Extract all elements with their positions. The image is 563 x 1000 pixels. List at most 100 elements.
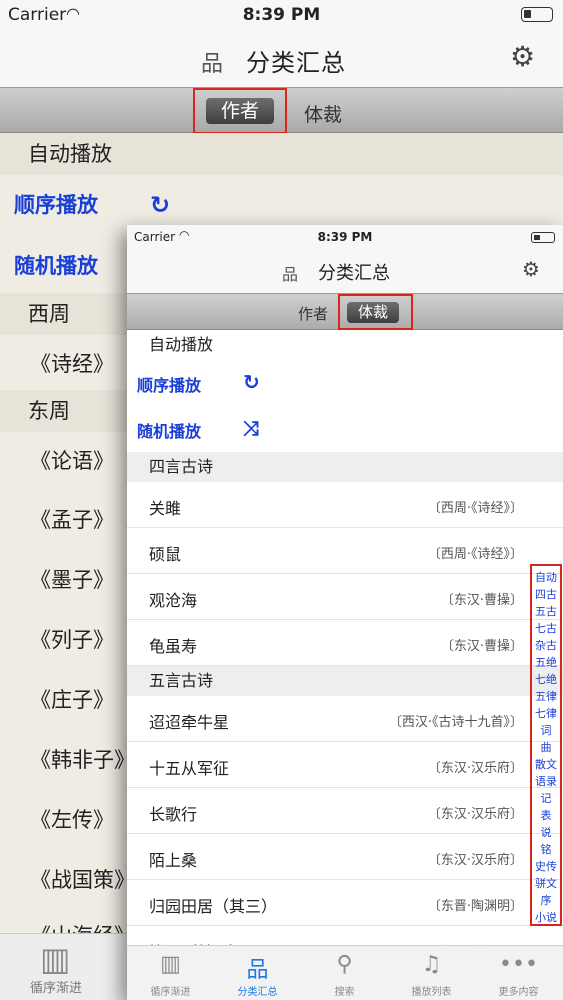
gear-icon[interactable]: ⚙	[522, 257, 540, 281]
sequential-play-button[interactable]: 顺序播放	[14, 189, 563, 219]
segmented-control: 作者 体裁	[127, 293, 563, 330]
poem-title: 十五从军征	[149, 759, 230, 778]
index-item[interactable]: 史传	[532, 858, 560, 874]
highlight-box	[338, 294, 413, 330]
tab-label: 循序渐进	[150, 987, 191, 998]
section-header: 四言古诗	[127, 452, 563, 482]
segmented-control: 作者 体裁	[0, 87, 563, 134]
playlist-icon: ♫	[421, 952, 442, 977]
tab-search[interactable]: ⚲ 搜索	[301, 946, 388, 1000]
nav-bar: 品 分类汇总 ⚙	[127, 249, 563, 293]
poem-title: 关雎	[149, 499, 182, 518]
poem-title: 陌上桑	[149, 851, 198, 870]
table-row[interactable]: 陌上桑 〔东汉·汉乐府〕	[127, 834, 563, 880]
genre-list: 自动播放 顺序播放 ↻ 随机播放 ⤨ 四言古诗 关雎 〔西周·《诗经》〕 硕鼠 …	[127, 330, 563, 972]
table-row[interactable]: 观沧海 〔东汉·曹操〕	[127, 574, 563, 620]
table-row[interactable]: 迢迢牵牛星 〔西汉·《古诗十九首》〕	[127, 696, 563, 742]
index-item[interactable]: 铭	[532, 841, 560, 857]
index-item[interactable]: 记	[532, 790, 560, 806]
table-row[interactable]: 十五从军征 〔东汉·汉乐府〕	[127, 742, 563, 788]
poem-title: 硕鼠	[149, 545, 182, 564]
sequential-play-row[interactable]: 顺序播放 ↻	[127, 360, 563, 406]
poem-source: 〔东晋·陶渊明〕	[427, 899, 523, 914]
poem-title: 观沧海	[149, 591, 198, 610]
books-icon: ▥	[40, 940, 71, 978]
index-item[interactable]: 五绝	[532, 654, 560, 670]
index-item[interactable]: 表	[532, 807, 560, 823]
hierarchy-icon: 品	[246, 958, 269, 983]
poem-source: 〔西周·《诗经》〕	[427, 547, 523, 562]
index-item[interactable]: 序	[532, 892, 560, 908]
poem-source: 〔东汉·汉乐府〕	[427, 761, 523, 776]
tab-label: 搜索	[334, 987, 355, 998]
poem-source: 〔东汉·汉乐府〕	[427, 807, 523, 822]
battery-icon	[521, 7, 553, 22]
status-bar: Carrier ◠ 8:39 PM	[0, 0, 563, 30]
foreground-screen: Carrier ◠ 8:39 PM 品 分类汇总 ⚙ 作者 体裁 自动播放 顺序…	[127, 225, 563, 1000]
index-item[interactable]: 语录	[532, 773, 560, 789]
page-title: 分类汇总	[246, 49, 346, 77]
table-row[interactable]: 硕鼠 〔西周·《诗经》〕	[127, 528, 563, 574]
battery-icon	[531, 232, 555, 243]
tab-categories[interactable]: 品 分类汇总	[214, 946, 301, 1000]
index-item[interactable]: 四古	[532, 586, 560, 602]
section-index[interactable]: 自动 四古 五古 七古 杂古 五绝 七绝 五律 七律 词 曲 散文 语录 记 表…	[530, 564, 562, 926]
segment-genre[interactable]: 体裁	[304, 100, 342, 127]
sequential-play-button[interactable]: 顺序播放	[137, 372, 201, 396]
auto-play-header: 自动播放	[0, 133, 563, 175]
tab-label: 更多内容	[498, 987, 539, 998]
nav-bar: 品 分类汇总 ⚙	[0, 30, 563, 87]
hierarchy-icon: 品	[201, 52, 224, 77]
index-item[interactable]: 七绝	[532, 671, 560, 687]
tab-label[interactable]: 循序渐进	[30, 977, 82, 996]
poem-title: 迢迢牵牛星	[149, 713, 230, 732]
index-item[interactable]: 七古	[532, 620, 560, 636]
index-item[interactable]: 散文	[532, 756, 560, 772]
repeat-icon[interactable]: ↻	[150, 191, 170, 219]
poem-source: 〔西周·《诗经》〕	[427, 501, 523, 516]
status-bar: Carrier ◠ 8:39 PM	[127, 225, 563, 249]
tab-more[interactable]: ••• 更多内容	[475, 946, 562, 1000]
more-icon: •••	[499, 952, 538, 977]
hierarchy-icon: 品	[282, 265, 299, 284]
index-item[interactable]: 词	[532, 722, 560, 738]
table-row[interactable]: 归园田居（其三） 〔东晋·陶渊明〕	[127, 880, 563, 926]
highlight-box	[193, 88, 287, 134]
index-item[interactable]: 说	[532, 824, 560, 840]
auto-play-header: 自动播放	[127, 330, 563, 360]
search-icon: ⚲	[336, 952, 353, 977]
tab-label: 分类汇总	[237, 987, 278, 998]
table-row[interactable]: 长歌行 〔东汉·汉乐府〕	[127, 788, 563, 834]
poem-title: 归园田居（其三）	[149, 897, 278, 916]
random-play-button[interactable]: 随机播放	[137, 418, 201, 442]
index-item[interactable]: 五律	[532, 688, 560, 704]
index-item[interactable]: 曲	[532, 739, 560, 755]
poem-source: 〔东汉·曹操〕	[440, 593, 523, 608]
page-title: 分类汇总	[318, 263, 390, 284]
books-icon: ▥	[160, 952, 181, 977]
table-row[interactable]: 龟虽寿 〔东汉·曹操〕	[127, 620, 563, 666]
tab-bar: ▥ 循序渐进 品 分类汇总 ⚲ 搜索 ♫ 播放列表 ••• 更多内容	[127, 945, 563, 1000]
random-play-row[interactable]: 随机播放 ⤨	[127, 406, 563, 452]
index-item[interactable]: 杂古	[532, 637, 560, 653]
index-item[interactable]: 自动	[532, 569, 560, 585]
index-item[interactable]: 骈文	[532, 875, 560, 891]
table-row[interactable]: 关雎 〔西周·《诗经》〕	[127, 482, 563, 528]
clock: 8:39 PM	[242, 5, 321, 25]
poem-source: 〔西汉·《古诗十九首》〕	[388, 715, 523, 730]
poem-source: 〔东汉·曹操〕	[440, 639, 523, 654]
poem-title: 长歌行	[149, 805, 198, 824]
section-header: 五言古诗	[127, 666, 563, 696]
segment-author[interactable]: 作者	[298, 303, 328, 324]
index-item[interactable]: 五古	[532, 603, 560, 619]
poem-source: 〔东汉·汉乐府〕	[427, 853, 523, 868]
shuffle-icon[interactable]: ⤨	[243, 416, 259, 440]
tab-playlist[interactable]: ♫ 播放列表	[388, 946, 475, 1000]
gear-icon[interactable]: ⚙	[510, 40, 535, 73]
clock: 8:39 PM	[317, 230, 373, 244]
poem-title: 龟虽寿	[149, 637, 198, 656]
index-item[interactable]: 七律	[532, 705, 560, 721]
tab-books[interactable]: ▥ 循序渐进	[127, 946, 214, 1000]
index-item[interactable]: 小说	[532, 909, 560, 925]
repeat-icon[interactable]: ↻	[243, 370, 260, 394]
